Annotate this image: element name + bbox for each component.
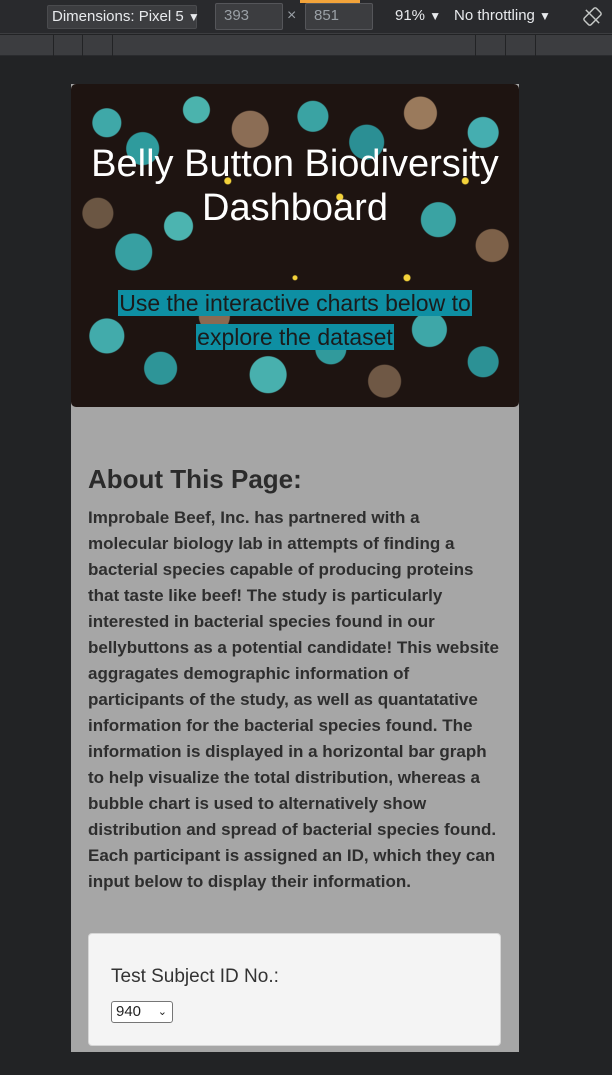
- zoom-dropdown[interactable]: 91% ▼: [395, 7, 441, 24]
- ruler-divider: [82, 35, 83, 56]
- zoom-label: 91%: [395, 7, 426, 24]
- chevron-down-icon: ⌄: [157, 1006, 167, 1018]
- devtools-device-toolbar: Dimensions: Pixel 5 ▼ 393 × 851 91% ▼ No…: [0, 0, 612, 34]
- page-subtitle: Use the interactive charts below to expl…: [110, 286, 480, 354]
- ruler-divider: [53, 35, 54, 56]
- viewport-width-input[interactable]: 393: [215, 3, 283, 30]
- viewport-height-input[interactable]: 851: [305, 3, 373, 30]
- emulated-viewport: Belly Button Biodiversity Dashboard Use …: [71, 84, 519, 1052]
- throttling-label: No throttling: [454, 7, 535, 24]
- subject-id-select[interactable]: 940 ⌄: [111, 1001, 173, 1023]
- hero-banner: Belly Button Biodiversity Dashboard Use …: [71, 84, 519, 407]
- device-dimensions-dropdown[interactable]: Dimensions: Pixel 5 ▼: [47, 5, 200, 29]
- ruler-divider: [475, 35, 476, 56]
- media-query-ruler[interactable]: [0, 35, 612, 56]
- throttling-dropdown[interactable]: No throttling ▼: [454, 7, 551, 24]
- dropdown-arrow-icon: ▼: [187, 10, 200, 24]
- subject-selector-card: Test Subject ID No.: 940 ⌄: [88, 933, 501, 1046]
- subject-id-value: 940: [116, 1003, 142, 1020]
- about-section: About This Page: Improbale Beef, Inc. ha…: [88, 463, 504, 895]
- dropdown-arrow-icon: ▼: [429, 9, 442, 23]
- subject-id-label: Test Subject ID No.:: [111, 966, 279, 987]
- device-dimensions-label: Dimensions: Pixel 5: [52, 8, 184, 25]
- about-heading: About This Page:: [88, 464, 302, 494]
- page-title: Belly Button Biodiversity Dashboard: [91, 143, 499, 229]
- dimension-times-sign: ×: [287, 7, 297, 24]
- page-subtitle-text: Use the interactive charts below to expl…: [118, 290, 472, 350]
- ruler-divider: [535, 35, 536, 56]
- rotate-device-icon[interactable]: [583, 7, 602, 26]
- ruler-divider: [112, 35, 113, 56]
- about-paragraph: Improbale Beef, Inc. has partnered with …: [88, 508, 499, 891]
- ruler-divider: [505, 35, 506, 56]
- dropdown-arrow-icon: ▼: [539, 9, 551, 23]
